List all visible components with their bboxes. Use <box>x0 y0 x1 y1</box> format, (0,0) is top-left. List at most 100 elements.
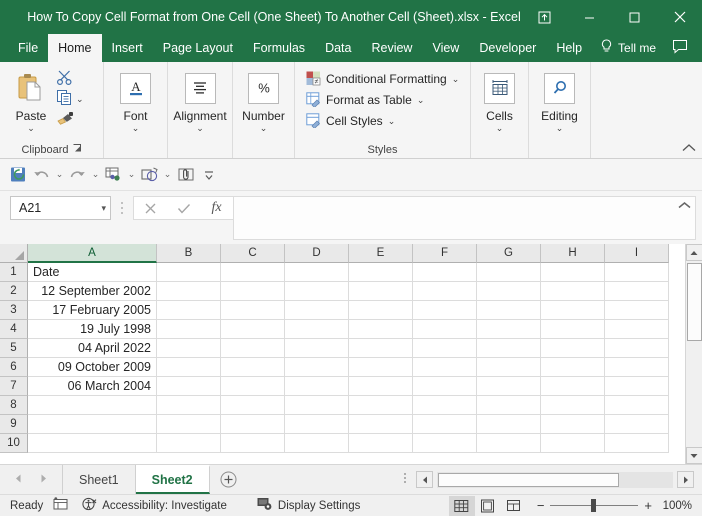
cell-i6[interactable] <box>605 358 669 377</box>
alignment-button[interactable]: Alignment ⌄ <box>173 66 227 133</box>
cell-b8[interactable] <box>157 396 221 415</box>
cells-button[interactable]: Cells ⌄ <box>477 66 522 133</box>
tab-help[interactable]: Help <box>546 34 592 62</box>
cell-d3[interactable] <box>285 301 349 320</box>
cell-d10[interactable] <box>285 434 349 453</box>
cell-c1[interactable] <box>221 263 285 282</box>
column-header-e[interactable]: E <box>349 244 413 263</box>
share-people-icon[interactable] <box>103 164 124 186</box>
cell-b1[interactable] <box>157 263 221 282</box>
row-header-5[interactable]: 5 <box>0 339 28 358</box>
paste-chevron-down-icon[interactable]: ⌄ <box>27 124 35 133</box>
cell-h10[interactable] <box>541 434 605 453</box>
cell-f4[interactable] <box>413 320 477 339</box>
cell-d1[interactable] <box>285 263 349 282</box>
insert-function-icon[interactable]: fx <box>200 196 233 220</box>
copy-button[interactable]: ⌄ <box>56 89 84 108</box>
comments-button[interactable] <box>666 34 702 62</box>
cell-h5[interactable] <box>541 339 605 358</box>
cell-g1[interactable] <box>477 263 541 282</box>
cell-i5[interactable] <box>605 339 669 358</box>
cell-d5[interactable] <box>285 339 349 358</box>
cell-d2[interactable] <box>285 282 349 301</box>
shapes-icon[interactable] <box>139 164 160 186</box>
cell-e1[interactable] <box>349 263 413 282</box>
cell-a8[interactable] <box>28 396 157 415</box>
display-settings-button[interactable]: Display Settings <box>237 497 370 514</box>
column-header-c[interactable]: C <box>221 244 285 263</box>
cell-b9[interactable] <box>157 415 221 434</box>
cell-h3[interactable] <box>541 301 605 320</box>
cell-f6[interactable] <box>413 358 477 377</box>
row-header-10[interactable]: 10 <box>0 434 28 453</box>
cell-i2[interactable] <box>605 282 669 301</box>
vertical-scrollbar[interactable] <box>685 244 702 464</box>
vertical-scrollbar-track[interactable] <box>685 261 702 447</box>
scroll-right-icon[interactable] <box>677 471 694 488</box>
tab-review[interactable]: Review <box>361 34 422 62</box>
tab-split-grip[interactable] <box>398 471 412 488</box>
cell-i4[interactable] <box>605 320 669 339</box>
cell-g7[interactable] <box>477 377 541 396</box>
redo-chevron-down-icon[interactable]: ⌄ <box>90 164 101 186</box>
cell-c4[interactable] <box>221 320 285 339</box>
cell-a6[interactable]: 09 October 2009 <box>28 358 157 377</box>
clipboard-dialog-launcher-icon[interactable] <box>73 142 82 158</box>
editing-button[interactable]: Editing ⌄ <box>535 66 584 133</box>
customize-qat-icon[interactable] <box>198 164 219 186</box>
cell-styles-chevron-down-icon[interactable]: ⌄ <box>388 117 396 126</box>
cell-c6[interactable] <box>221 358 285 377</box>
column-header-g[interactable]: G <box>477 244 541 263</box>
cell-f2[interactable] <box>413 282 477 301</box>
cell-e5[interactable] <box>349 339 413 358</box>
cell-f9[interactable] <box>413 415 477 434</box>
cell-c8[interactable] <box>221 396 285 415</box>
new-sheet-button[interactable] <box>210 465 248 494</box>
undo-chevron-down-icon[interactable]: ⌄ <box>54 164 65 186</box>
row-header-6[interactable]: 6 <box>0 358 28 377</box>
copy-chevron-down-icon[interactable]: ⌄ <box>76 95 84 104</box>
cell-b3[interactable] <box>157 301 221 320</box>
tab-developer[interactable]: Developer <box>469 34 546 62</box>
cell-a1[interactable]: Date <box>28 263 157 282</box>
cell-h9[interactable] <box>541 415 605 434</box>
cell-f7[interactable] <box>413 377 477 396</box>
cells-chevron-down-icon[interactable]: ⌄ <box>496 124 504 133</box>
name-box-chevron-down-icon[interactable]: ▾ <box>101 203 106 214</box>
cell-e10[interactable] <box>349 434 413 453</box>
zoom-slider-thumb[interactable] <box>591 499 597 512</box>
cell-b6[interactable] <box>157 358 221 377</box>
paste-button[interactable]: Paste ⌄ <box>6 66 56 133</box>
cell-d8[interactable] <box>285 396 349 415</box>
view-normal-button[interactable] <box>448 495 475 516</box>
record-macro-button[interactable] <box>53 497 78 514</box>
cell-g8[interactable] <box>477 396 541 415</box>
restore-down-icon[interactable] <box>522 0 567 34</box>
row-header-3[interactable]: 3 <box>0 301 28 320</box>
cancel-icon[interactable] <box>134 196 167 220</box>
next-sheet-icon[interactable] <box>39 474 48 486</box>
zoom-slider[interactable] <box>550 499 639 513</box>
editing-chevron-down-icon[interactable]: ⌄ <box>556 124 564 133</box>
cell-c2[interactable] <box>221 282 285 301</box>
cell-b4[interactable] <box>157 320 221 339</box>
cell-styles-button[interactable]: Cell Styles ⌄ <box>301 110 399 131</box>
cell-i1[interactable] <box>605 263 669 282</box>
formula-bar-expand-icon[interactable] <box>678 199 691 213</box>
cell-g2[interactable] <box>477 282 541 301</box>
conditional-formatting-button[interactable]: ≠ Conditional Formatting ⌄ <box>301 68 463 89</box>
cell-h2[interactable] <box>541 282 605 301</box>
horizontal-scrollbar-thumb[interactable] <box>438 472 619 487</box>
row-header-2[interactable]: 2 <box>0 282 28 301</box>
cell-e8[interactable] <box>349 396 413 415</box>
cell-d6[interactable] <box>285 358 349 377</box>
share-chevron-down-icon[interactable]: ⌄ <box>126 164 137 186</box>
cell-b2[interactable] <box>157 282 221 301</box>
cell-f10[interactable] <box>413 434 477 453</box>
tab-view[interactable]: View <box>422 34 469 62</box>
cell-a3[interactable]: 17 February 2005 <box>28 301 157 320</box>
cell-a5[interactable]: 04 April 2022 <box>28 339 157 358</box>
view-page-layout-button[interactable] <box>475 496 501 516</box>
conditional-formatting-chevron-down-icon[interactable]: ⌄ <box>452 75 460 84</box>
save-icon[interactable] <box>8 164 29 186</box>
